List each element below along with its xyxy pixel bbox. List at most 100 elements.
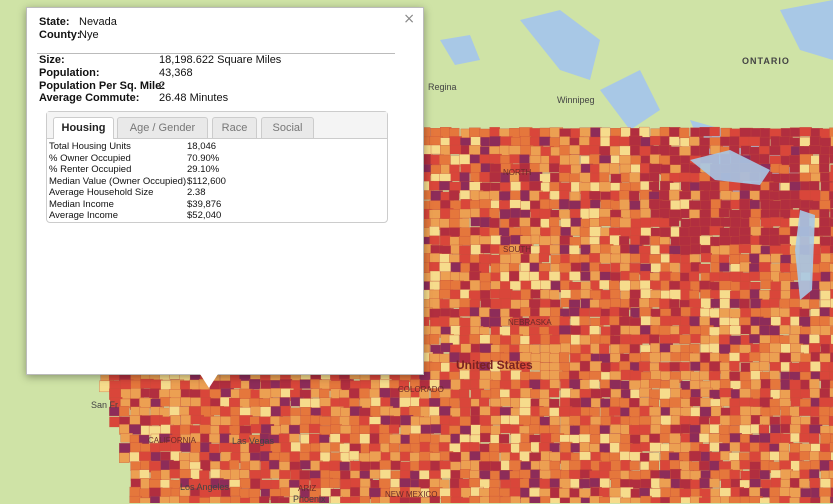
county-cell[interactable] [590,244,602,254]
county-cell[interactable] [498,434,510,444]
county-cell[interactable] [299,423,311,434]
county-cell[interactable] [818,451,833,462]
county-cell[interactable] [239,469,250,479]
county-cell[interactable] [809,433,820,444]
county-cell[interactable] [799,316,811,327]
county-cell[interactable] [500,397,511,407]
county-cell[interactable] [549,190,561,201]
county-cell[interactable] [809,289,820,301]
county-cell[interactable] [209,389,221,399]
county-cell[interactable] [589,477,601,488]
county-cell[interactable] [679,334,691,345]
county-cell[interactable] [690,334,701,344]
county-cell[interactable] [719,298,731,310]
county-cell[interactable] [479,171,491,183]
county-cell[interactable] [268,459,280,471]
county-cell[interactable] [489,153,502,165]
county-cell[interactable] [650,245,661,255]
county-cell[interactable] [230,486,242,497]
county-cell[interactable] [510,496,521,503]
county-cell[interactable] [739,371,752,382]
county-cell[interactable] [140,478,151,490]
county-cell[interactable] [440,496,453,503]
county-cell[interactable] [779,324,790,335]
county-cell[interactable] [740,308,752,319]
county-cell[interactable] [789,298,801,308]
county-cell[interactable] [559,182,573,192]
county-cell[interactable] [518,270,531,282]
county-cell[interactable] [710,496,722,503]
county-cell[interactable] [430,460,441,471]
county-cell[interactable] [589,361,603,373]
county-cell[interactable] [200,433,211,443]
county-cell[interactable] [710,199,722,210]
county-cell[interactable] [629,172,641,183]
county-cell[interactable] [659,470,671,480]
county-cell[interactable] [738,243,753,254]
county-cell[interactable] [530,389,541,399]
county-cell[interactable] [220,406,232,418]
county-cell[interactable] [479,496,491,503]
county-cell[interactable] [330,398,341,408]
county-cell[interactable] [620,497,632,503]
county-cell[interactable] [769,325,780,337]
county-cell[interactable] [649,298,661,308]
county-cell[interactable] [219,442,232,454]
county-cell[interactable] [790,432,801,443]
county-cell[interactable] [739,226,752,237]
county-cell[interactable] [818,226,833,237]
county-cell[interactable] [710,245,721,256]
county-cell[interactable] [649,452,660,462]
county-cell[interactable] [599,271,612,281]
county-cell[interactable] [359,433,371,444]
county-cell[interactable] [430,144,442,155]
county-cell[interactable] [589,307,602,317]
county-cell[interactable] [529,424,541,434]
county-cell[interactable] [820,379,832,389]
county-cell[interactable] [698,263,711,274]
county-cell[interactable] [610,253,621,264]
county-cell[interactable] [789,424,802,434]
county-cell[interactable] [449,452,462,463]
county-cell[interactable] [439,460,451,470]
county-cell[interactable] [770,379,781,390]
county-cell[interactable] [599,263,611,274]
county-cell[interactable] [679,127,690,139]
county-cell[interactable] [820,478,832,490]
county-cell[interactable] [679,172,691,182]
county-cell[interactable] [139,397,153,409]
county-cell[interactable] [439,262,452,273]
county-cell[interactable] [649,254,663,264]
county-cell[interactable] [469,451,482,462]
county-cell[interactable] [650,289,662,300]
county-cell[interactable] [429,209,441,219]
county-cell[interactable] [648,460,660,472]
county-cell[interactable] [419,433,431,443]
county-cell[interactable] [729,469,740,481]
county-cell[interactable] [719,236,732,246]
county-cell[interactable] [709,460,721,472]
county-cell[interactable] [778,164,790,175]
county-cell[interactable] [209,443,220,454]
county-cell[interactable] [619,182,632,192]
county-cell[interactable] [658,325,672,336]
county-cell[interactable] [239,407,252,417]
county-cell[interactable] [439,299,451,309]
county-cell[interactable] [630,389,641,400]
county-cell[interactable] [689,352,700,364]
county-cell[interactable] [440,468,451,479]
county-cell[interactable] [378,478,391,490]
county-cell[interactable] [549,244,561,255]
county-cell[interactable] [619,236,630,246]
county-cell[interactable] [549,442,560,453]
county-cell[interactable] [548,388,560,398]
county-cell[interactable] [718,425,730,436]
county-cell[interactable] [430,370,441,380]
county-cell[interactable] [469,316,481,328]
county-cell[interactable] [448,416,462,426]
county-cell[interactable] [569,145,581,155]
county-cell[interactable] [459,190,471,200]
county-cell[interactable] [509,199,521,209]
county-cell[interactable] [729,325,741,335]
county-cell[interactable] [719,379,731,389]
